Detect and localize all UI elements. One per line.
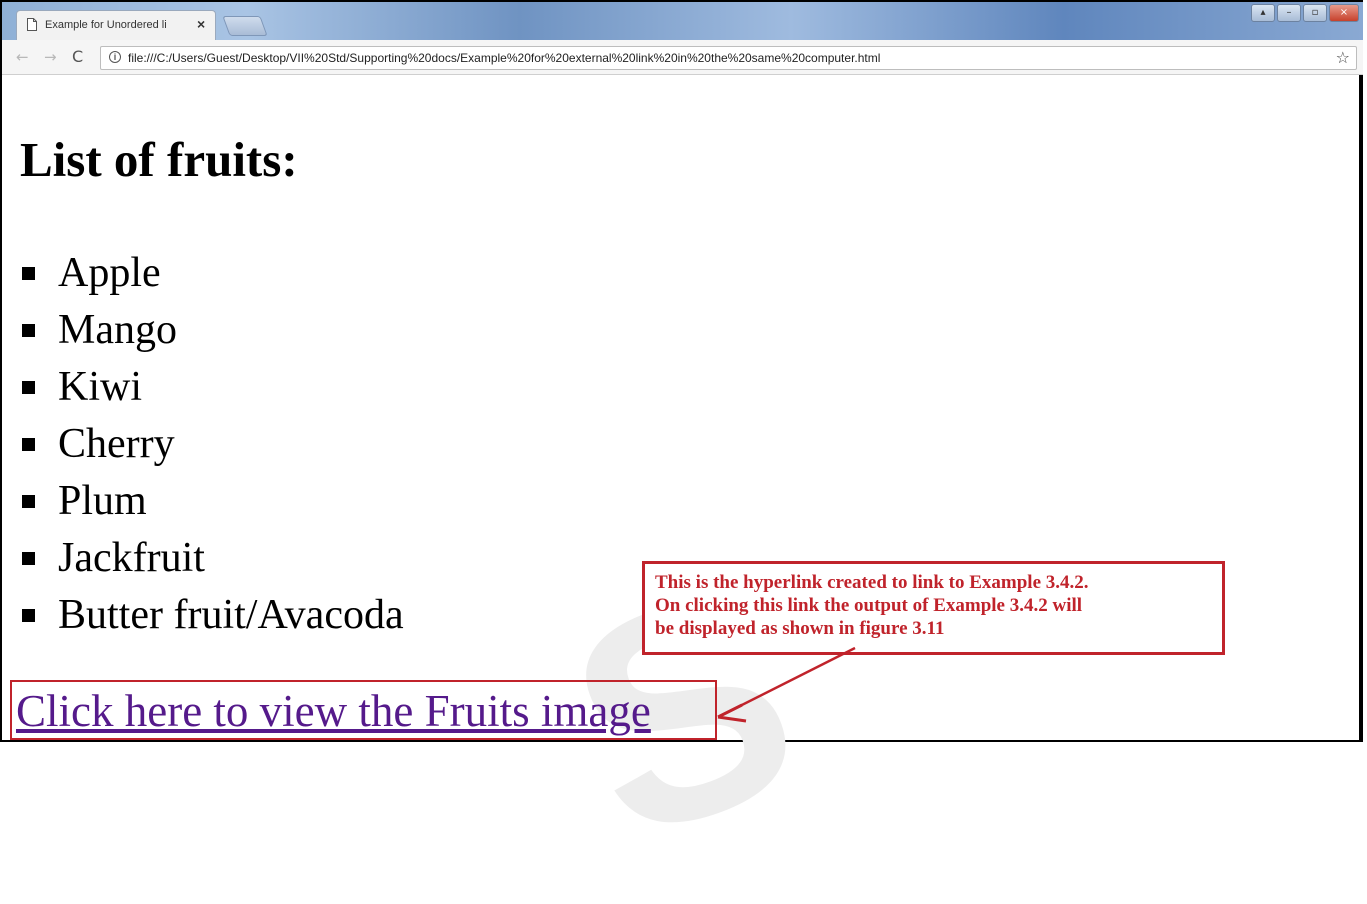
browser-toolbar: ← → C i file:///C:/Users/Guest/Desktop/V… — [2, 40, 1363, 75]
list-item: Kiwi — [18, 359, 404, 416]
browser-titlebar: Example for Unordered li × ▴ – ▫ × — [2, 2, 1363, 40]
bookmark-star-icon[interactable]: ☆ — [1336, 48, 1350, 67]
url-text[interactable]: file:///C:/Users/Guest/Desktop/VII%20Std… — [128, 51, 880, 65]
list-item-label: Jackfruit — [58, 535, 205, 581]
list-item-label: Mango — [58, 307, 177, 353]
minimize-button[interactable]: – — [1277, 4, 1301, 22]
square-bullet-icon — [22, 609, 35, 622]
list-item-label: Apple — [58, 250, 161, 296]
annotation-line: This is the hyperlink created to link to… — [655, 572, 1089, 593]
reload-icon[interactable]: C — [72, 47, 83, 66]
list-item: Mango — [18, 302, 404, 359]
square-bullet-icon — [22, 324, 35, 337]
window-controls: ▴ – ▫ × — [1251, 4, 1359, 24]
user-icon[interactable]: ▴ — [1251, 4, 1275, 22]
tab-title: Example for Unordered li — [45, 19, 167, 31]
list-item: Jackfruit — [18, 530, 404, 587]
list-item: Plum — [18, 473, 404, 530]
square-bullet-icon — [22, 438, 35, 451]
new-tab-button[interactable] — [222, 16, 268, 36]
back-arrow-icon[interactable]: ← — [16, 48, 29, 66]
square-bullet-icon — [22, 552, 35, 565]
list-item-label: Butter fruit/Avacoda — [58, 592, 404, 638]
address-bar[interactable]: i file:///C:/Users/Guest/Desktop/VII%20S… — [100, 46, 1357, 70]
browser-tab[interactable]: Example for Unordered li × — [16, 10, 216, 40]
list-item: Cherry — [18, 416, 404, 473]
annotation-line: be displayed as shown in figure 3.11 — [655, 618, 945, 639]
square-bullet-icon — [22, 495, 35, 508]
page-icon — [27, 18, 37, 31]
list-item: Butter fruit/Avacoda — [18, 587, 404, 644]
forward-arrow-icon[interactable]: → — [44, 48, 57, 66]
annotation-arrow — [717, 646, 856, 723]
list-item: Apple — [18, 245, 404, 302]
info-icon[interactable]: i — [109, 51, 121, 63]
tab-close-icon[interactable]: × — [197, 16, 205, 32]
close-window-button[interactable]: × — [1329, 4, 1359, 22]
list-item-label: Plum — [58, 478, 147, 524]
list-item-label: Cherry — [58, 421, 175, 467]
list-item-label: Kiwi — [58, 364, 142, 410]
fruit-list: Apple Mango Kiwi Cherry Plum Jackfruit B… — [18, 245, 404, 644]
annotation-callout: This is the hyperlink created to link to… — [642, 561, 1225, 655]
square-bullet-icon — [22, 267, 35, 280]
maximize-button[interactable]: ▫ — [1303, 4, 1327, 22]
fruits-image-link[interactable]: Click here to view the Fruits image — [16, 685, 651, 737]
square-bullet-icon — [22, 381, 35, 394]
page-content: S List of fruits: Apple Mango Kiwi Cherr… — [0, 75, 1367, 904]
annotation-line: On clicking this link the output of Exam… — [655, 595, 1083, 616]
page-heading: List of fruits: — [20, 132, 298, 187]
